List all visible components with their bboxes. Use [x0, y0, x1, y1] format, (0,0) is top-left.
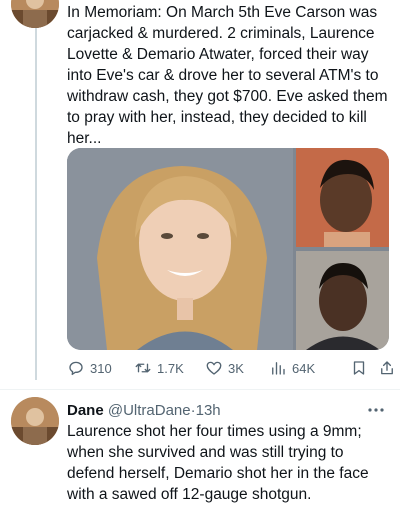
reply-button[interactable]: 310 [67, 357, 112, 379]
tweet-actions: 310 1.7K 3K 64K [67, 357, 393, 379]
thread-connector-line [35, 28, 37, 380]
media-photo-side-top[interactable] [296, 148, 389, 247]
retweet-count: 1.7K [157, 360, 184, 376]
views-count: 64K [292, 360, 316, 376]
like-button[interactable]: 3K [205, 357, 244, 379]
media-photo-side-bottom[interactable] [296, 251, 389, 350]
avatar[interactable] [11, 397, 59, 445]
avatar[interactable] [11, 0, 59, 28]
more-dots-icon [366, 400, 388, 420]
heart-icon [205, 359, 223, 377]
share-button[interactable] [378, 357, 396, 379]
reply-count: 310 [90, 360, 112, 376]
more-options-button[interactable] [366, 400, 388, 420]
retweet-arrows-icon [134, 359, 152, 377]
retweet-button[interactable]: 1.7K [134, 357, 184, 379]
reply-text: Laurence shot her four times using a 9mm… [67, 423, 369, 503]
tweet-media[interactable] [67, 148, 389, 350]
bookmark-button[interactable] [350, 357, 368, 379]
reply-author-name[interactable]: Dane [67, 402, 104, 419]
tweet-text: In Memoriam: On March 5th Eve Carson was… [67, 4, 388, 147]
views-button[interactable]: 64K [269, 357, 315, 379]
reply-header: Dane @UltraDane·13h [67, 401, 387, 421]
bookmark-icon [350, 359, 368, 377]
reply-timestamp[interactable]: 13h [196, 402, 221, 419]
reply-author-handle[interactable]: @UltraDane [108, 402, 191, 419]
media-photo-main[interactable] [67, 148, 293, 350]
share-upload-icon [378, 359, 396, 377]
tweet-divider [0, 389, 400, 390]
speech-bubble-icon [67, 359, 85, 377]
like-count: 3K [228, 360, 244, 376]
bar-chart-icon [269, 359, 287, 377]
